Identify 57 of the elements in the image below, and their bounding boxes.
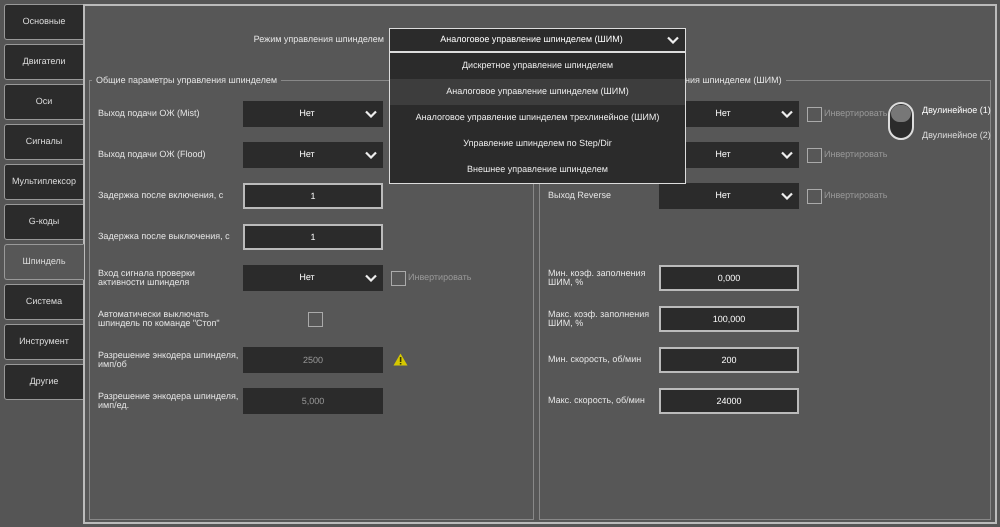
sidebar-tab[interactable]: G-коды	[4, 204, 84, 240]
field-label: Выход подачи ОЖ (Flood)	[98, 150, 207, 160]
checkbox-label: Инвертировать	[824, 189, 888, 202]
field-label: Разрешение энкодера шпинделя, имп/ед.	[98, 392, 240, 410]
sidebar-tab[interactable]: Другие	[4, 364, 84, 400]
checkbox-label: Инвертировать	[408, 271, 472, 284]
input-field[interactable]: 24000	[659, 388, 799, 414]
checkbox[interactable]	[391, 270, 406, 286]
field-label: Вход сигнала проверки активности шпинделя	[98, 268, 196, 288]
input-field[interactable]: 100,000	[659, 306, 799, 332]
dropdown-option[interactable]: Дискретное управление шпинделем	[390, 53, 685, 79]
checkbox[interactable]	[807, 148, 822, 162]
field-label: Макс. коэф. заполнения ШИМ, %	[548, 310, 650, 328]
chevron-icon	[667, 36, 679, 44]
select-field[interactable]: Нет	[243, 142, 383, 168]
mode-label: Режим управления шпинделем	[252, 33, 384, 46]
input-field[interactable]: 0,000	[659, 265, 799, 291]
field-label: Мин. коэф. заполнения ШИМ, %	[548, 268, 646, 288]
input-field[interactable]: 200	[659, 347, 799, 373]
select-field[interactable]: Нет	[659, 183, 799, 209]
chevron-icon	[365, 110, 377, 118]
sidebar-tab[interactable]: Оси	[4, 84, 84, 120]
sidebar-tab[interactable]: Инструмент	[4, 324, 84, 360]
input-field[interactable]: 1	[243, 183, 383, 209]
field-label: Разрешение энкодера шпинделя, имп/об	[98, 350, 240, 370]
checkbox-label: Инвертировать	[824, 148, 888, 162]
toggle-switch[interactable]	[888, 102, 914, 140]
field-label: Задержка после включения, с	[98, 191, 224, 201]
field-label: Задержка после выключения, с	[98, 232, 231, 242]
group-title: Общие параметры управления шпинделем	[92, 74, 282, 88]
mode-dropdown[interactable]: Аналоговое управление шпинделем (ШИМ)	[389, 28, 686, 52]
chevron-icon	[365, 151, 377, 159]
chevron-icon	[781, 192, 793, 200]
select-field[interactable]: Нет	[243, 265, 383, 291]
input-field[interactable]: 1	[243, 224, 383, 250]
sidebar-tab[interactable]: Двигатели	[4, 44, 84, 80]
sidebar-tab[interactable]: Сигналы	[4, 124, 84, 160]
chevron-icon	[781, 110, 793, 118]
toggle-option-label[interactable]: Двулинейное (1)	[922, 104, 991, 118]
sidebar-tab[interactable]: Основные	[4, 4, 84, 40]
dropdown-option[interactable]: Аналоговое управление шпинделем (ШИМ)	[390, 79, 685, 105]
field-label: Макс. скорость, об/мин	[548, 396, 646, 406]
checkbox-label: Инвертировать	[824, 107, 888, 120]
sidebar-tab[interactable]: Мультиплексор	[4, 164, 84, 200]
toggle-option-label[interactable]: Двулинейное (2)	[922, 128, 991, 142]
field-label: Выход Reverse	[548, 191, 612, 201]
checkbox[interactable]	[807, 188, 822, 204]
chevron-icon	[365, 274, 377, 282]
sidebar-tab[interactable]: Система	[4, 284, 84, 320]
checkbox[interactable]	[807, 106, 822, 122]
field-label: Автоматически выключать шпиндель по команде "Стоп"	[98, 310, 221, 328]
field-label: Мин. скорость, об/мин	[548, 355, 642, 365]
select-field[interactable]: Нет	[243, 101, 383, 127]
sidebar-tab[interactable]: Шпиндель	[4, 244, 84, 280]
chevron-icon	[781, 151, 793, 159]
field-label: Выход подачи ОЖ (Mist)	[98, 109, 200, 119]
checkbox[interactable]	[308, 312, 323, 326]
